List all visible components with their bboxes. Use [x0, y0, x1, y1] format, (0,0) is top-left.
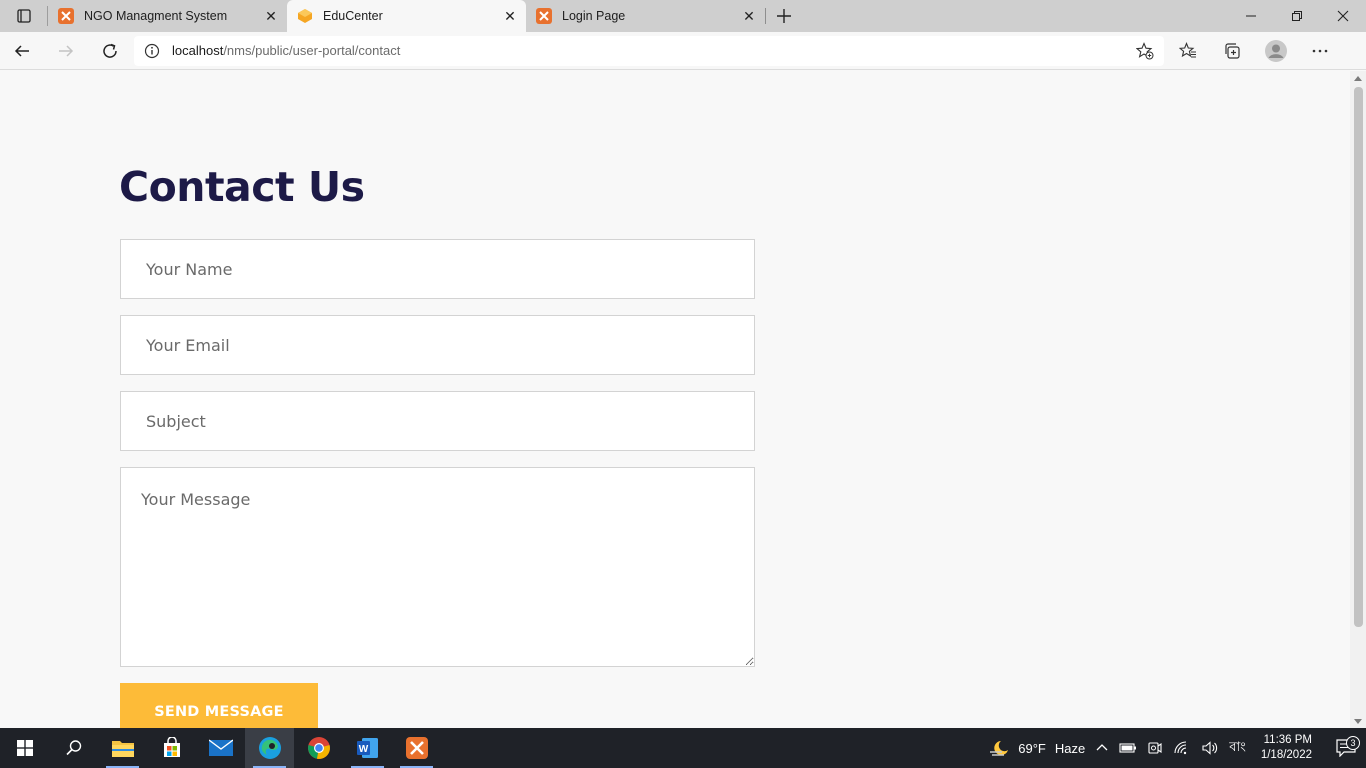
search-icon [65, 740, 81, 756]
weather-widget[interactable]: 69°F Haze [983, 728, 1090, 768]
close-icon [1337, 10, 1349, 22]
wifi-tray[interactable] [1168, 728, 1196, 768]
settings-menu-button[interactable] [1298, 32, 1342, 70]
language-label: বাং [1229, 738, 1246, 754]
scroll-down-icon[interactable] [1354, 719, 1362, 724]
show-hidden-icons-button[interactable] [1090, 728, 1114, 768]
meet-now-tray[interactable] [1142, 728, 1168, 768]
tab-actions-icon [16, 9, 31, 23]
toolbar-right [1166, 32, 1342, 70]
tab-ngo-system[interactable]: NGO Managment System ✕ [48, 0, 287, 32]
email-input[interactable] [120, 315, 755, 375]
refresh-icon [103, 43, 117, 58]
forward-arrow-icon [59, 44, 74, 57]
tab-educenter[interactable]: EduCenter ✕ [287, 0, 526, 32]
back-arrow-icon [14, 44, 29, 57]
plus-icon [777, 9, 791, 23]
clock-date: 1/18/2022 [1260, 749, 1312, 761]
profile-button[interactable] [1254, 32, 1298, 70]
favorites-icon [1179, 41, 1196, 58]
send-message-button[interactable]: SEND MESSAGE [120, 683, 318, 728]
browser-tab-strip: NGO Managment System ✕ EduCenter ✕ Login… [0, 0, 1366, 32]
address-bar[interactable]: localhost/nms/public/user-portal/contact [134, 35, 1164, 66]
close-icon[interactable]: ✕ [263, 8, 279, 24]
page-scrollbar[interactable] [1350, 71, 1366, 728]
xampp-icon [536, 8, 552, 24]
page-viewport: Contact Us SEND MESSAGE [0, 71, 1350, 728]
clock-time: 11:36 PM [1263, 734, 1312, 746]
taskbar-word[interactable]: W [343, 728, 392, 768]
tab-title: EduCenter [323, 9, 383, 23]
refresh-button[interactable] [88, 32, 132, 70]
close-icon[interactable]: ✕ [502, 8, 518, 24]
notification-count-badge: 3 [1346, 736, 1360, 750]
weather-temp: 69°F [1018, 740, 1046, 756]
taskbar-chrome[interactable] [294, 728, 343, 768]
new-tab-button[interactable] [766, 0, 802, 32]
message-textarea[interactable] [120, 467, 755, 667]
store-icon [163, 737, 180, 757]
weather-condition: Haze [1054, 740, 1086, 756]
speaker-icon [1202, 741, 1218, 755]
xampp-icon [405, 737, 428, 759]
action-center-button[interactable]: 3 [1326, 736, 1366, 757]
taskbar-mail[interactable] [196, 728, 245, 768]
taskbar-store[interactable] [147, 728, 196, 768]
svg-text:W: W [358, 744, 368, 755]
minimize-icon [1246, 15, 1256, 17]
page-title: Contact Us [119, 163, 365, 211]
close-icon[interactable]: ✕ [741, 8, 757, 24]
start-icon [16, 740, 33, 756]
url-host: localhost [172, 43, 224, 58]
battery-tray[interactable] [1114, 728, 1142, 768]
more-icon [1312, 49, 1328, 52]
system-clock[interactable]: 11:36 PM 1/18/2022 [1251, 733, 1326, 763]
chevron-up-icon [1096, 744, 1108, 751]
tab-login-page[interactable]: Login Page ✕ [526, 0, 765, 32]
site-info-icon[interactable] [144, 43, 160, 59]
taskbar-file-explorer[interactable] [98, 728, 147, 768]
volume-tray[interactable] [1196, 728, 1224, 768]
url-path: /nms/public/user-portal/contact [223, 43, 401, 58]
battery-icon [1119, 743, 1137, 753]
minimize-button[interactable] [1228, 0, 1274, 32]
word-icon: W [356, 738, 378, 758]
taskbar-edge[interactable] [245, 728, 294, 768]
mail-icon [208, 739, 233, 756]
collections-button[interactable] [1210, 32, 1254, 70]
favorites-button[interactable] [1166, 32, 1210, 70]
restore-icon [1292, 11, 1302, 21]
wifi-icon [1174, 741, 1187, 755]
scroll-up-icon[interactable] [1354, 76, 1362, 81]
moon-haze-icon [990, 741, 1009, 756]
scroll-thumb[interactable] [1354, 87, 1363, 627]
edge-icon [258, 737, 281, 759]
close-window-button[interactable] [1320, 0, 1366, 32]
star-plus-icon [1136, 41, 1154, 59]
search-button[interactable] [49, 728, 98, 768]
taskbar-xampp[interactable] [392, 728, 441, 768]
back-button[interactable] [0, 32, 44, 70]
tab-title: Login Page [562, 9, 626, 23]
tab-title: NGO Managment System [84, 9, 228, 23]
avatar [1265, 39, 1287, 62]
window-controls [1228, 0, 1366, 32]
name-input[interactable] [120, 239, 755, 299]
camera-icon [1148, 742, 1162, 754]
forward-button[interactable] [44, 32, 88, 70]
subject-input[interactable] [120, 391, 755, 451]
restore-button[interactable] [1274, 0, 1320, 32]
language-indicator[interactable]: বাং [1224, 728, 1251, 768]
educenter-icon [298, 9, 312, 23]
windows-taskbar: W 69°F Haze বাং 11:36 PM 1/18/2022 3 [0, 728, 1366, 768]
browser-toolbar: localhost/nms/public/user-portal/contact [0, 32, 1366, 70]
tab-actions-button[interactable] [0, 6, 48, 26]
collections-icon [1225, 42, 1240, 59]
add-favorite-button[interactable] [1136, 41, 1154, 60]
file-explorer-icon [111, 741, 134, 757]
system-tray: 69°F Haze বাং 11:36 PM 1/18/2022 3 [983, 728, 1366, 768]
chrome-icon [307, 737, 330, 759]
start-button[interactable] [0, 728, 49, 768]
xampp-icon [58, 8, 74, 24]
